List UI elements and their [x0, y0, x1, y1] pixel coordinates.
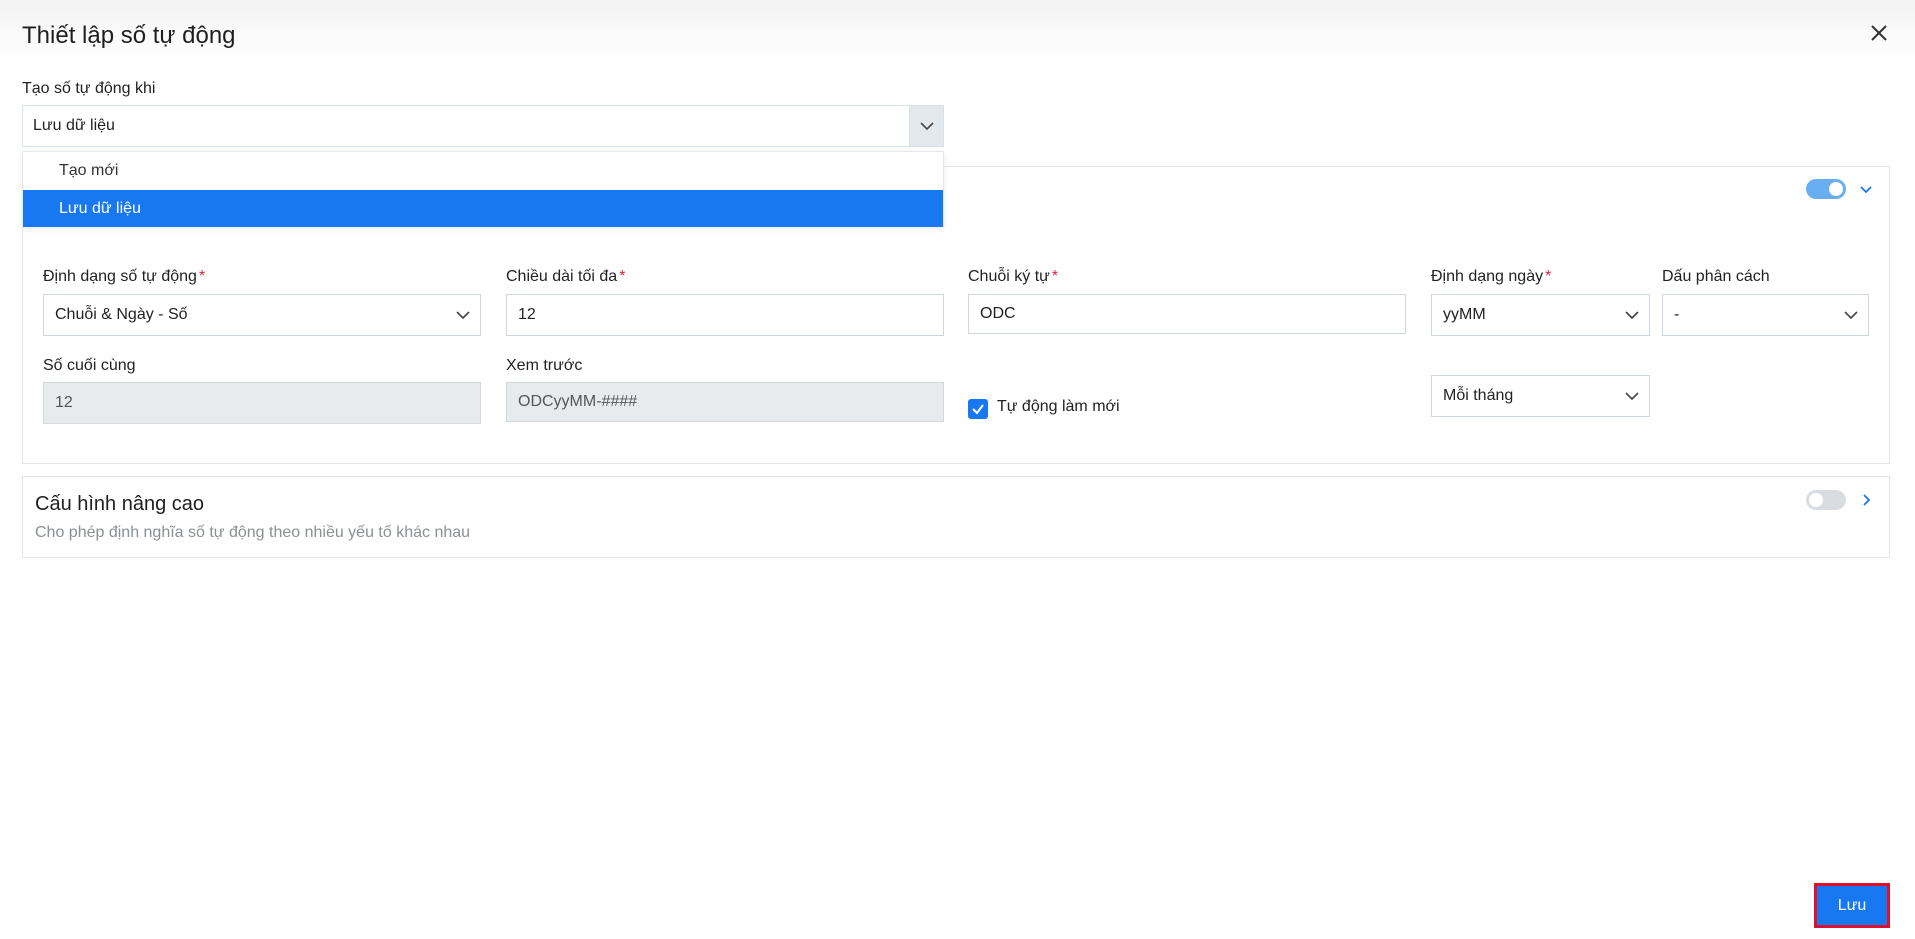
preview-value: ODCyyMM-####	[518, 393, 638, 410]
trigger-dropdown-list: Tạo mới Lưu dữ liệu	[22, 151, 944, 227]
chevron-right-icon[interactable]	[1858, 492, 1874, 508]
preview-label: Xem trước	[506, 357, 583, 374]
preview-input: ODCyyMM-####	[506, 382, 944, 422]
max-length-label: Chiều dài tối đa *	[506, 268, 626, 285]
trigger-label: Tạo số tự động khi	[22, 80, 156, 97]
toggle-knob	[1809, 493, 1823, 507]
trigger-select-value: Lưu dữ liệu	[33, 117, 115, 134]
save-button[interactable]: Lưu	[1814, 883, 1890, 928]
auto-reset-checkbox[interactable]	[968, 399, 988, 419]
chevron-down-icon	[920, 122, 934, 131]
advanced-config-panel	[22, 476, 1890, 558]
chevron-down-icon[interactable]	[1858, 181, 1874, 197]
advanced-config-description: Cho phép định nghĩa số tự động theo nhiề…	[35, 524, 471, 541]
chevron-down-icon	[1625, 311, 1639, 320]
prefix-input[interactable]: ODC	[968, 294, 1406, 334]
dialog-title: Thiết lập số tự động	[22, 22, 236, 49]
format-select[interactable]: Chuỗi & Ngày - Số	[43, 294, 481, 336]
auto-reset-label: Tự động làm mới	[997, 398, 1120, 415]
trigger-select-toggle[interactable]	[909, 106, 943, 146]
last-number-input: 12	[43, 382, 481, 424]
dropdown-option-create[interactable]: Tạo mới	[23, 152, 943, 189]
max-length-input[interactable]: 12	[506, 294, 944, 336]
separator-label: Dấu phân cách	[1662, 268, 1770, 285]
date-format-label: Định dạng ngày *	[1431, 268, 1552, 285]
advanced-config-title: Cấu hình nâng cao	[35, 493, 205, 515]
advanced-config-toggle[interactable]	[1806, 490, 1846, 510]
separator-value: -	[1674, 306, 1680, 323]
max-length-value: 12	[518, 306, 536, 323]
reset-period-value: Mỗi tháng	[1443, 387, 1514, 404]
last-number-value: 12	[55, 394, 73, 411]
prefix-label: Chuỗi ký tự *	[968, 268, 1059, 285]
chevron-down-icon	[1625, 392, 1639, 401]
last-number-label: Số cuối cùng	[43, 357, 136, 374]
date-format-select[interactable]: yyMM	[1431, 294, 1650, 336]
dropdown-option-save[interactable]: Lưu dữ liệu	[23, 190, 943, 227]
reset-period-select[interactable]: Mỗi tháng	[1431, 375, 1650, 417]
toggle-knob	[1829, 182, 1843, 196]
chevron-down-icon	[456, 311, 470, 320]
format-label: Định dạng số tự động *	[43, 268, 206, 285]
check-icon	[972, 404, 984, 415]
header-background	[0, 0, 1915, 60]
prefix-value: ODC	[980, 305, 1016, 322]
basic-config-toggle[interactable]	[1806, 179, 1846, 199]
trigger-select[interactable]: Lưu dữ liệu	[22, 105, 944, 147]
chevron-down-icon	[1844, 311, 1858, 320]
separator-select[interactable]: -	[1662, 294, 1869, 336]
format-select-value: Chuỗi & Ngày - Số	[55, 306, 188, 323]
date-format-value: yyMM	[1443, 306, 1486, 323]
close-icon[interactable]	[1868, 22, 1890, 44]
